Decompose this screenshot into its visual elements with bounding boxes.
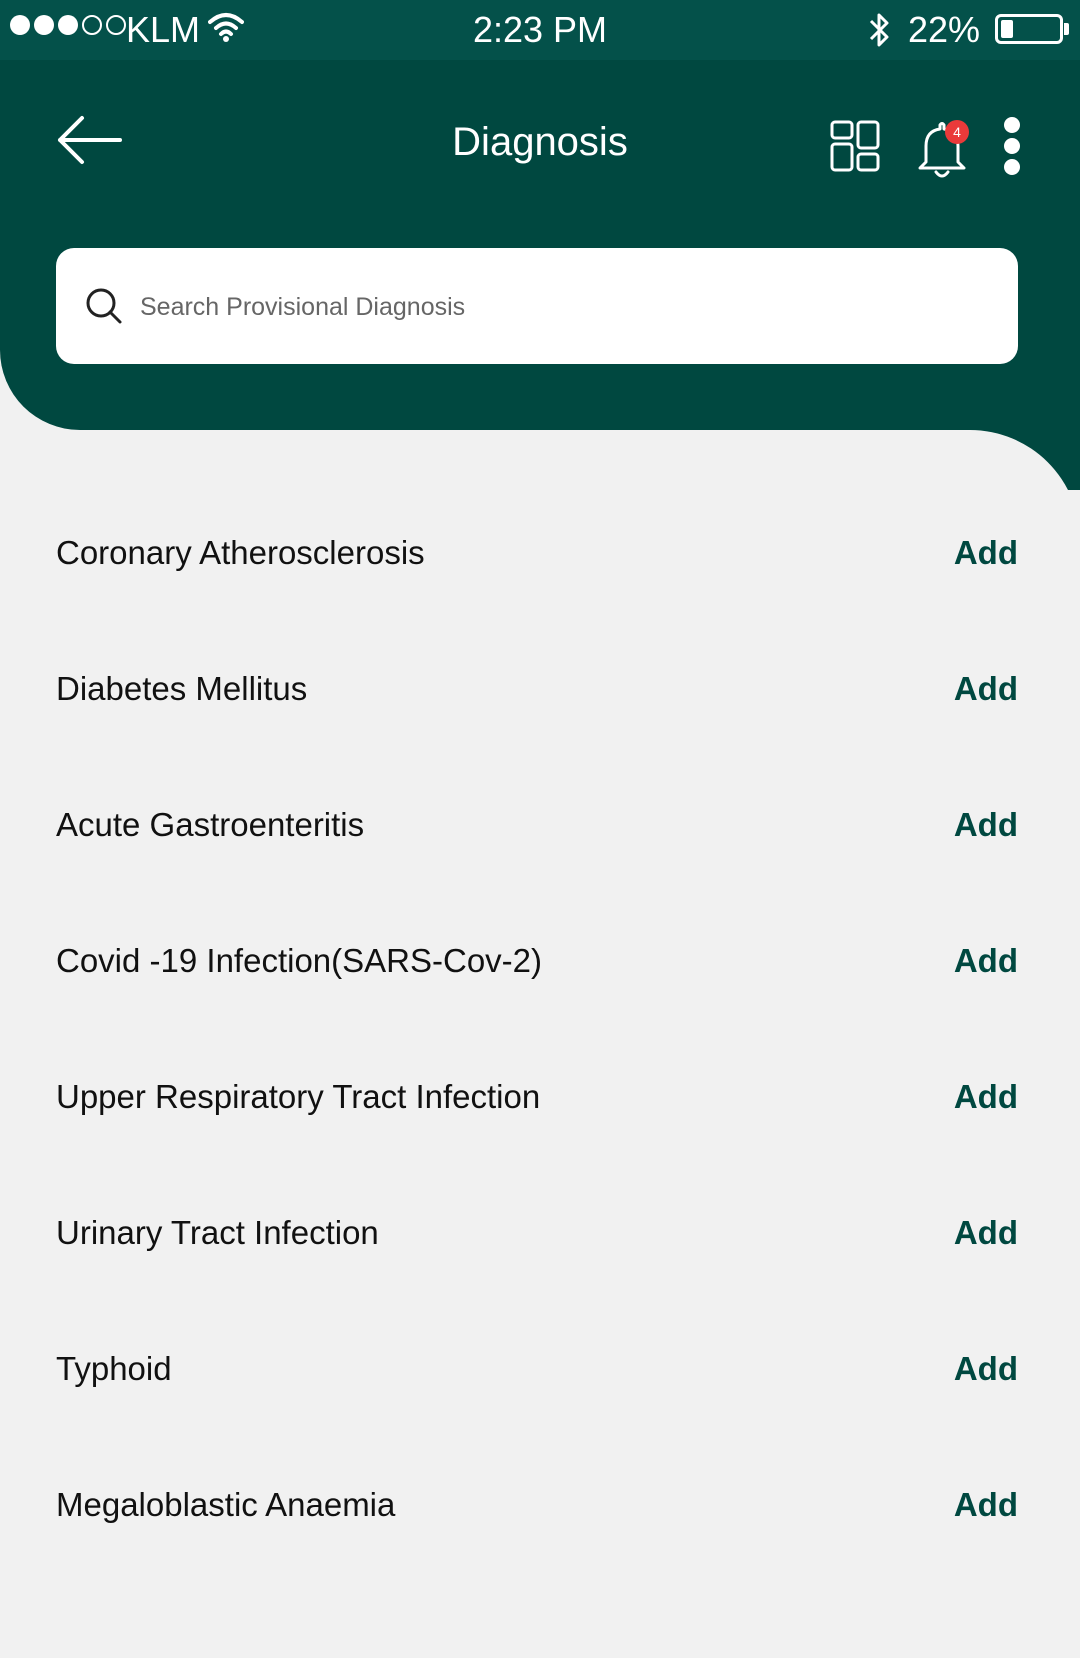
more-vertical-icon[interactable]	[1000, 113, 1024, 179]
add-diagnosis-button[interactable]: Add	[954, 534, 1018, 572]
search-icon	[84, 286, 124, 326]
notification-badge: 4	[945, 120, 969, 144]
list-item: Urinary Tract Infection Add	[0, 1168, 1080, 1304]
list-item: Typhoid Add	[0, 1304, 1080, 1440]
list-item: Acute Gastroenteritis Add	[0, 760, 1080, 896]
add-diagnosis-button[interactable]: Add	[954, 1078, 1018, 1116]
add-diagnosis-button[interactable]: Add	[954, 670, 1018, 708]
list-item: Upper Respiratory Tract Infection Add	[0, 1032, 1080, 1168]
status-bar: KLM 2:23 PM 22%	[0, 0, 1080, 60]
diagnosis-name: Coronary Atherosclerosis	[56, 534, 425, 571]
list-item: Megaloblastic Anaemia Add	[0, 1440, 1080, 1576]
diagnosis-name: Acute Gastroenteritis	[56, 806, 365, 843]
diagnosis-name: Megaloblastic Anaemia	[56, 1486, 396, 1523]
add-diagnosis-button[interactable]: Add	[954, 942, 1018, 980]
add-diagnosis-button[interactable]: Add	[954, 1350, 1018, 1388]
add-diagnosis-button[interactable]: Add	[954, 1214, 1018, 1252]
search-bar	[56, 248, 1018, 364]
diagnosis-name: Covid -19 Infection(SARS-Cov-2)	[56, 942, 543, 979]
dashboard-grid-icon[interactable]	[830, 120, 882, 172]
battery-icon	[995, 14, 1069, 44]
header	[0, 60, 1080, 430]
search-input[interactable]	[138, 278, 982, 336]
list-item: Diabetes Mellitus Add	[0, 624, 1080, 760]
diagnosis-name: Urinary Tract Infection	[56, 1214, 379, 1251]
battery-fill	[1001, 20, 1013, 38]
diagnosis-name: Typhoid	[56, 1350, 172, 1387]
list-item: Coronary Atherosclerosis Add	[0, 488, 1080, 624]
diagnosis-list: Coronary Atherosclerosis Add Diabetes Mell…	[0, 488, 1080, 1576]
battery-nub	[1064, 23, 1069, 35]
diagnosis-name: Upper Respiratory Tract Infection	[56, 1078, 541, 1115]
bluetooth-icon	[866, 10, 894, 59]
header-curve	[960, 430, 1080, 490]
battery-percent: 22%	[908, 9, 981, 50]
add-diagnosis-button[interactable]: Add	[954, 806, 1018, 844]
diagnosis-name: Diabetes Mellitus	[56, 670, 308, 707]
add-diagnosis-button[interactable]: Add	[954, 1486, 1018, 1524]
list-item: Covid -19 Infection(SARS-Cov-2) Add	[0, 896, 1080, 1032]
